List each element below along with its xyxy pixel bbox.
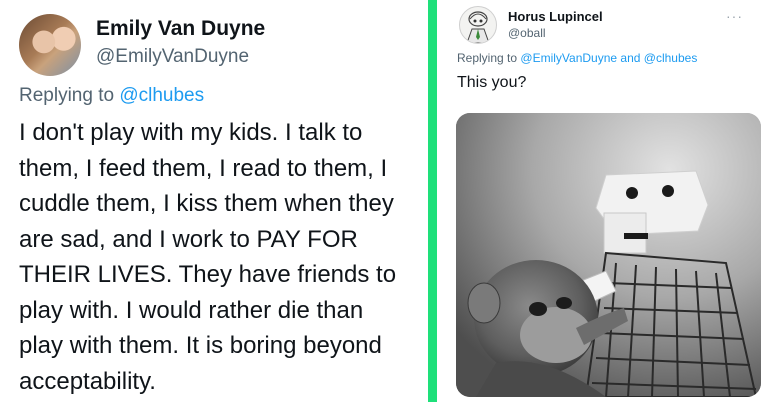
replying-to-label: Replying to [19, 85, 115, 106]
replying-to-line: Replying to @clhubes [19, 85, 204, 107]
left-tweet-panel: Emily Van Duyne @EmilyVanDuyne Replying … [0, 0, 428, 402]
mention-link[interactable]: @clhubes [644, 51, 698, 65]
mention-link[interactable]: @clhubes [119, 85, 204, 106]
display-name[interactable]: Horus Lupincel [508, 9, 603, 24]
user-handle[interactable]: @EmilyVanDuyne [96, 46, 249, 68]
tweet-text: I don't play with my kids. I talk to the… [19, 119, 397, 395]
replying-to-line: Replying to @EmilyVanDuyne and @clhubes [457, 51, 697, 65]
mention-link[interactable]: @EmilyVanDuyne [520, 51, 617, 65]
user-handle[interactable]: @oball [508, 26, 546, 40]
tweet-photo[interactable] [456, 113, 761, 397]
avatar[interactable] [19, 14, 81, 76]
monkey-wire-mother-image [456, 113, 761, 397]
green-divider [428, 0, 437, 402]
avatar[interactable] [459, 6, 497, 44]
replying-and-label: and [620, 51, 641, 65]
tweet-text: This you? [457, 74, 527, 91]
replying-to-label: Replying to [457, 51, 518, 65]
right-tweet-panel: Horus Lupincel @oball ··· Replying to @E… [437, 0, 768, 402]
more-options-icon[interactable]: ··· [726, 8, 743, 24]
avatar-illustration [466, 11, 490, 43]
display-name[interactable]: Emily Van Duyne [96, 17, 265, 41]
